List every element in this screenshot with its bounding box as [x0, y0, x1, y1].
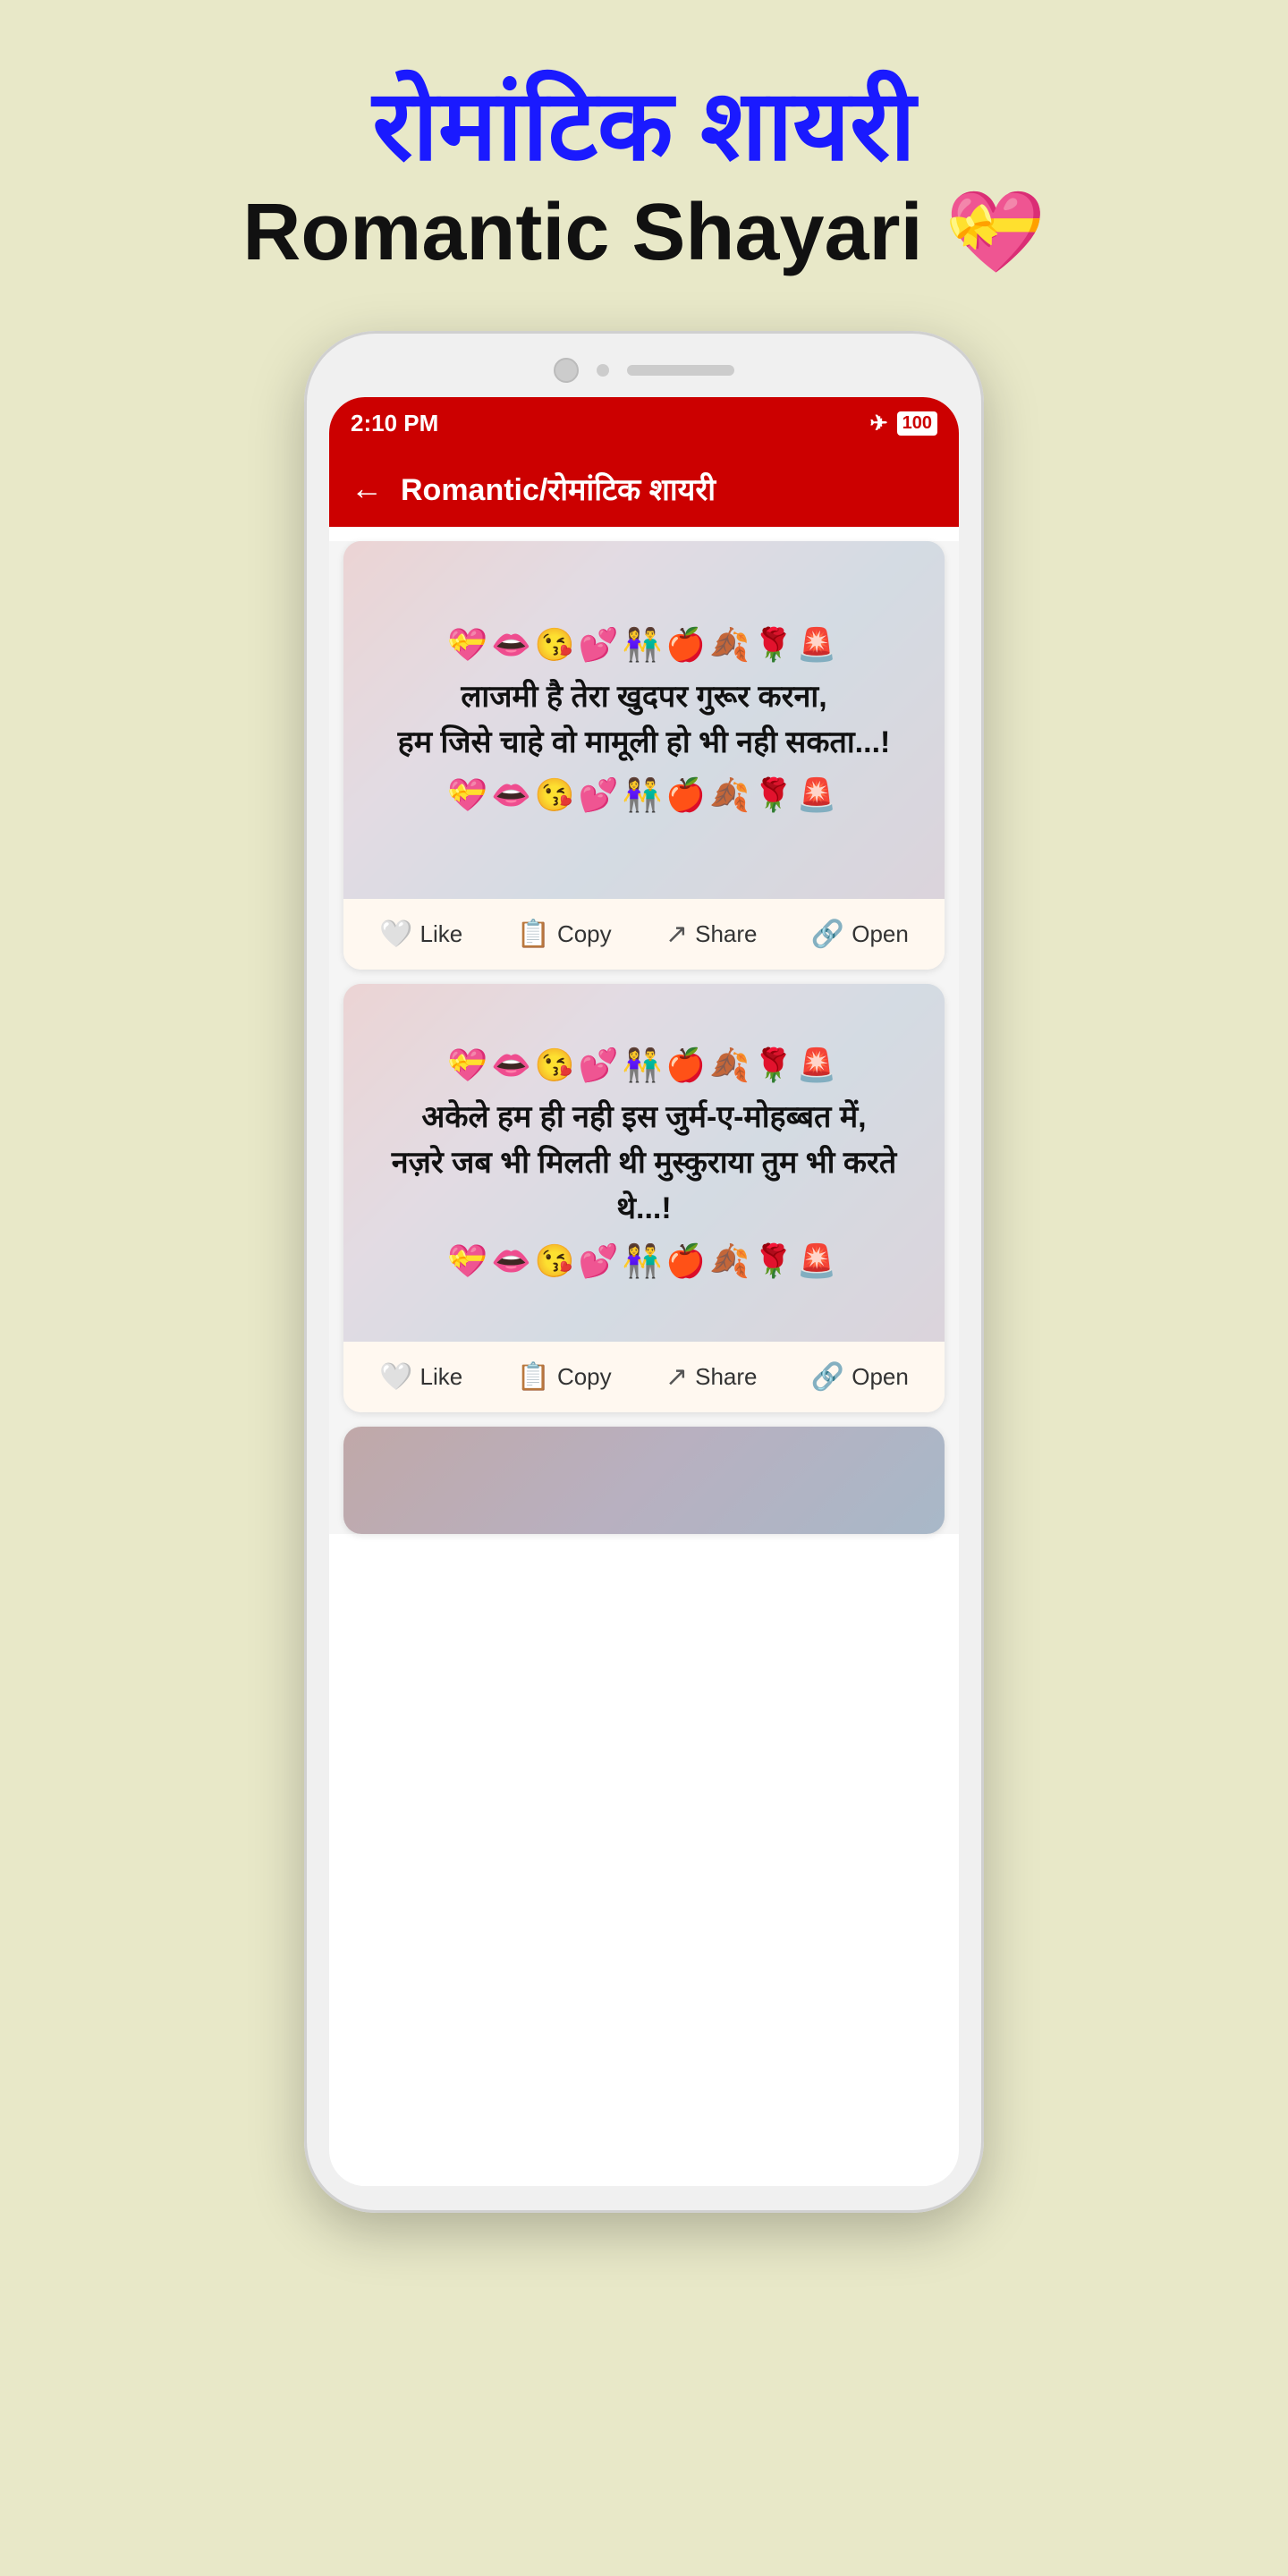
shayari-card-2: 💝👄😘💕👫🍎🍂🌹🚨 अकेले हम ही नही इस जुर्म-ए-मोह… — [343, 984, 945, 1412]
copy-label-2: Copy — [557, 1363, 612, 1391]
content-area: 💝👄😘💕👫🍎🍂🌹🚨 लाजमी है तेरा खुदपर गुरूर करना… — [329, 541, 959, 1534]
phone-speaker — [627, 365, 734, 376]
shayari-text-2: अकेले हम ही नही इस जुर्म-ए-मोहब्बत में, … — [370, 1095, 918, 1232]
battery-indicator: 100 — [897, 411, 937, 436]
shayari-card-3-partial — [343, 1427, 945, 1534]
emoji-bottom-2: 💝👄😘💕👫🍎🍂🌹🚨 — [370, 1242, 918, 1280]
like-button-1[interactable]: 🤍 Like — [379, 919, 462, 950]
open-icon-1: 🔗 — [811, 919, 844, 950]
phone-screen: 2:10 PM ✈ 100 ← Romantic/रोमांटिक शायरी … — [329, 397, 959, 2186]
open-button-2[interactable]: 🔗 Open — [811, 1361, 909, 1393]
phone-mockup: 2:10 PM ✈ 100 ← Romantic/रोमांटिक शायरी … — [304, 331, 984, 2213]
like-icon-1: 🤍 — [379, 919, 412, 950]
status-right: ✈ 100 — [870, 411, 937, 436]
copy-icon-2: 📋 — [517, 1361, 550, 1393]
open-label-2: Open — [852, 1363, 909, 1391]
shayari-content-2: 💝👄😘💕👫🍎🍂🌹🚨 अकेले हम ही नही इस जुर्म-ए-मोह… — [370, 1038, 918, 1289]
status-time: 2:10 PM — [351, 410, 438, 437]
copy-button-1[interactable]: 📋 Copy — [517, 919, 612, 950]
app-bar: ← Romantic/रोमांटिक शायरी — [329, 450, 959, 527]
english-title: Romantic Shayari 💝 — [242, 189, 1045, 277]
open-button-1[interactable]: 🔗 Open — [811, 919, 909, 950]
share-label-2: Share — [695, 1363, 757, 1391]
airplane-icon: ✈ — [870, 411, 888, 436]
emoji-bottom-1: 💝👄😘💕👫🍎🍂🌹🚨 — [398, 776, 891, 814]
phone-dots — [597, 364, 609, 377]
share-label-1: Share — [695, 920, 757, 948]
shayari-image-2: 💝👄😘💕👫🍎🍂🌹🚨 अकेले हम ही नही इस जुर्म-ए-मोह… — [343, 984, 945, 1342]
copy-label-1: Copy — [557, 920, 612, 948]
status-bar: 2:10 PM ✈ 100 — [329, 397, 959, 450]
share-button-1[interactable]: ↗ Share — [665, 919, 758, 950]
shayari-content-1: 💝👄😘💕👫🍎🍂🌹🚨 लाजमी है तेरा खुदपर गुरूर करना… — [398, 617, 891, 823]
emoji-top-1: 💝👄😘💕👫🍎🍂🌹🚨 — [398, 626, 891, 664]
hindi-title: रोमांटिक शायरी — [242, 72, 1045, 180]
share-button-2[interactable]: ↗ Share — [665, 1361, 758, 1393]
page-header: रोमांटिक शायरी Romantic Shayari 💝 — [242, 72, 1045, 277]
copy-icon-1: 📋 — [517, 919, 550, 950]
app-bar-title: Romantic/रोमांटिक शायरी — [401, 468, 716, 509]
like-button-2[interactable]: 🤍 Like — [379, 1361, 462, 1393]
shayari-card-1: 💝👄😘💕👫🍎🍂🌹🚨 लाजमी है तेरा खुदपर गुरूर करना… — [343, 541, 945, 970]
shayari-text-1: लाजमी है तेरा खुदपर गुरूर करना, हम जिसे … — [398, 674, 891, 766]
open-icon-2: 🔗 — [811, 1361, 844, 1393]
emoji-top-2: 💝👄😘💕👫🍎🍂🌹🚨 — [370, 1046, 918, 1084]
copy-button-2[interactable]: 📋 Copy — [517, 1361, 612, 1393]
action-bar-1: 🤍 Like 📋 Copy ↗ Share 🔗 — [343, 899, 945, 970]
open-label-1: Open — [852, 920, 909, 948]
back-button[interactable]: ← — [351, 470, 383, 507]
phone-top-bar — [329, 358, 959, 383]
share-icon-2: ↗ — [665, 1361, 688, 1393]
share-icon-1: ↗ — [665, 919, 688, 950]
like-label-1: Like — [420, 920, 463, 948]
phone-outer: 2:10 PM ✈ 100 ← Romantic/रोमांटिक शायरी … — [304, 331, 984, 2213]
like-label-2: Like — [420, 1363, 463, 1391]
action-bar-2: 🤍 Like 📋 Copy ↗ Share 🔗 — [343, 1342, 945, 1412]
phone-camera — [554, 358, 579, 383]
shayari-image-1: 💝👄😘💕👫🍎🍂🌹🚨 लाजमी है तेरा खुदपर गुरूर करना… — [343, 541, 945, 899]
like-icon-2: 🤍 — [379, 1361, 412, 1393]
